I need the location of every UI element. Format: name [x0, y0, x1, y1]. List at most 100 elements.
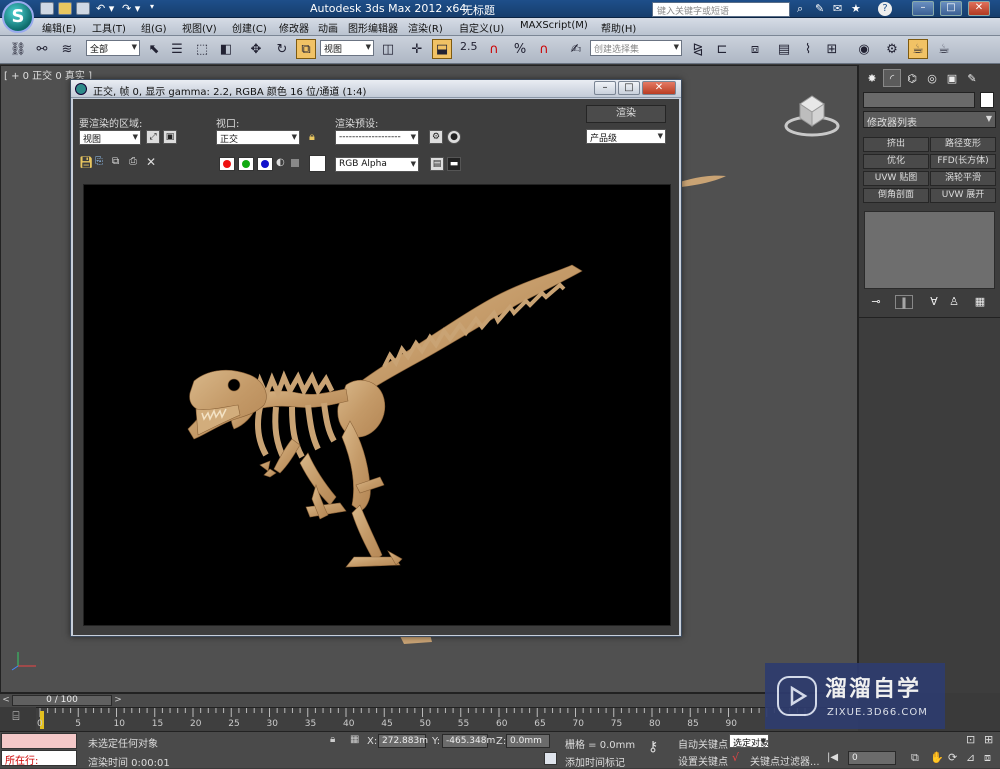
- orbit-icon[interactable]: ⟳: [948, 751, 957, 764]
- search-input[interactable]: 键入关键字或短语: [652, 2, 790, 17]
- object-name-field[interactable]: [863, 92, 975, 108]
- modifier-optimize-button[interactable]: 优化: [863, 154, 929, 169]
- move-icon[interactable]: ✥: [246, 39, 266, 59]
- y-coordinate-field[interactable]: -465.348m: [442, 734, 495, 748]
- x-coordinate-field[interactable]: 272.883m: [378, 734, 428, 748]
- monochrome-icon[interactable]: [291, 159, 299, 167]
- hierarchy-tab-icon[interactable]: ⌬: [903, 69, 921, 87]
- time-tag-icon[interactable]: [544, 752, 557, 765]
- window-crossing-icon[interactable]: ◧: [216, 39, 236, 59]
- copy-image-icon[interactable]: ⎘: [95, 156, 103, 167]
- render-setup-icon[interactable]: ⚙: [882, 39, 902, 59]
- time-slider-next-icon[interactable]: >: [112, 694, 124, 706]
- modifier-extrude-button[interactable]: 挤出: [863, 137, 929, 152]
- modify-tab-icon[interactable]: ◜: [883, 69, 901, 87]
- display-tab-icon[interactable]: ▣: [943, 69, 961, 87]
- trackbar-curve-editor-icon[interactable]: ⌸: [2, 709, 30, 729]
- schematic-view-icon[interactable]: ⊞: [822, 39, 842, 59]
- pin-stack-icon[interactable]: ⊸: [867, 295, 885, 309]
- save-file-icon[interactable]: [76, 2, 90, 15]
- make-unique-icon[interactable]: ∀: [925, 295, 943, 309]
- display-channel-dropdown[interactable]: RGB Alpha: [335, 157, 419, 172]
- selection-filter-dropdown[interactable]: 全部: [86, 40, 140, 56]
- favorites-icon[interactable]: ★: [851, 2, 861, 15]
- align-icon[interactable]: ⊏: [712, 39, 732, 59]
- subscription-icon[interactable]: ✎: [815, 2, 824, 15]
- render-window-maximize-button[interactable]: □: [618, 81, 640, 95]
- percent-snap-icon[interactable]: %: [510, 39, 530, 59]
- menu-create[interactable]: 创建(C): [232, 20, 267, 35]
- zoom-extents-icon[interactable]: ⊡: [966, 733, 975, 746]
- menu-modifiers[interactable]: 修改器: [279, 20, 309, 35]
- edit-named-selection-icon[interactable]: ✍: [566, 39, 586, 59]
- clear-image-icon[interactable]: ✕: [146, 155, 156, 169]
- undo-icon[interactable]: ↶ ▾: [96, 2, 114, 15]
- render-production-icon[interactable]: ☕: [934, 39, 954, 59]
- selected-objects-dropdown[interactable]: 选定对象: [729, 734, 769, 748]
- area-to-render-dropdown[interactable]: 视图: [79, 130, 141, 145]
- app-logo[interactable]: S: [2, 1, 34, 33]
- menu-animation[interactable]: 动画: [318, 20, 338, 35]
- remove-modifier-icon[interactable]: ♙: [945, 295, 963, 309]
- rectangular-selection-icon[interactable]: ⬚: [192, 39, 212, 59]
- modifier-path-deform-button[interactable]: 路径变形: [930, 137, 996, 152]
- pan-view-icon[interactable]: ✋: [930, 751, 944, 764]
- menu-tools[interactable]: 工具(T): [92, 20, 126, 35]
- time-slider-track[interactable]: [0, 693, 858, 707]
- alpha-channel-icon[interactable]: ◐: [276, 157, 285, 168]
- spinner-snap-icon[interactable]: ∩: [534, 39, 554, 59]
- auto-key-label[interactable]: 自动关键点: [678, 736, 728, 751]
- snap-toggle-icon[interactable]: 2.5: [460, 40, 478, 53]
- zoom-all-icon[interactable]: ⊞: [984, 733, 993, 746]
- create-tab-icon[interactable]: ✸: [863, 69, 881, 87]
- material-editor-icon[interactable]: ◉: [854, 39, 874, 59]
- configure-modifier-sets-icon[interactable]: ▦: [971, 295, 989, 309]
- pivot-center-icon[interactable]: ◫: [378, 39, 398, 59]
- select-by-name-icon[interactable]: ☰: [167, 39, 187, 59]
- close-button[interactable]: ✕: [968, 1, 990, 16]
- go-to-start-icon[interactable]: |◀: [827, 752, 838, 763]
- utilities-tab-icon[interactable]: ✎: [963, 69, 981, 87]
- select-object-icon[interactable]: ⬉: [144, 39, 164, 59]
- set-key-icon[interactable]: ⚷: [648, 739, 658, 755]
- help-icon[interactable]: ?: [878, 2, 892, 16]
- green-channel-toggle[interactable]: [238, 157, 254, 171]
- minimize-button[interactable]: –: [912, 1, 934, 16]
- field-of-view-icon[interactable]: ⊿: [966, 751, 975, 764]
- open-file-icon[interactable]: [58, 2, 72, 15]
- motion-tab-icon[interactable]: ◎: [923, 69, 941, 87]
- graphite-ribbon-icon[interactable]: ▤: [774, 39, 794, 59]
- selection-lock-icon[interactable]: 🔒︎: [330, 734, 335, 745]
- save-image-icon[interactable]: 💾︎: [79, 156, 93, 169]
- modifier-bevel-profile-button[interactable]: 倒角剖面: [863, 188, 929, 203]
- rendered-frame-window-icon[interactable]: ☕: [908, 39, 928, 59]
- maximize-button[interactable]: □: [940, 1, 962, 16]
- clone-frame-window-icon[interactable]: ⧉: [112, 156, 119, 167]
- mirror-icon[interactable]: ⧎: [688, 39, 708, 59]
- render-window-close-button[interactable]: ✕: [642, 81, 676, 95]
- new-file-icon[interactable]: [40, 2, 54, 15]
- environment-effects-icon[interactable]: ●: [447, 130, 461, 144]
- menu-help[interactable]: 帮助(H): [601, 20, 636, 35]
- red-channel-toggle[interactable]: [219, 157, 235, 171]
- modifier-list-dropdown[interactable]: 修改器列表: [863, 111, 996, 129]
- render-window-minimize-button[interactable]: –: [594, 81, 616, 95]
- background-color-swatch[interactable]: [309, 155, 326, 172]
- absolute-mode-icon[interactable]: ▦: [350, 734, 359, 745]
- object-color-swatch[interactable]: [980, 92, 994, 108]
- menu-customize[interactable]: 自定义(U): [459, 20, 504, 35]
- menu-rendering[interactable]: 渲染(R): [408, 20, 443, 35]
- add-time-tag-button[interactable]: 添加时间标记: [565, 754, 625, 769]
- render-button[interactable]: 渲染: [586, 105, 666, 123]
- quick-access-menu-icon[interactable]: ▾: [150, 2, 154, 11]
- viewcube-icon[interactable]: [780, 90, 842, 140]
- angle-snap-icon[interactable]: ∩: [484, 39, 504, 59]
- show-end-result-icon[interactable]: ∥: [895, 295, 913, 309]
- render-window-titlebar[interactable]: 正交, 帧 0, 显示 gamma: 2.2, RGBA 颜色 16 位/通道 …: [71, 80, 681, 98]
- link-icon[interactable]: ⛓: [8, 39, 28, 59]
- render-setup-small-icon[interactable]: ⚙: [429, 130, 443, 144]
- maxscript-listener-field[interactable]: [1, 733, 77, 749]
- menu-maxscript[interactable]: MAXScript(M): [520, 20, 588, 31]
- redo-icon[interactable]: ↷ ▾: [122, 2, 140, 15]
- render-preset-dropdown[interactable]: -------------------: [335, 130, 419, 145]
